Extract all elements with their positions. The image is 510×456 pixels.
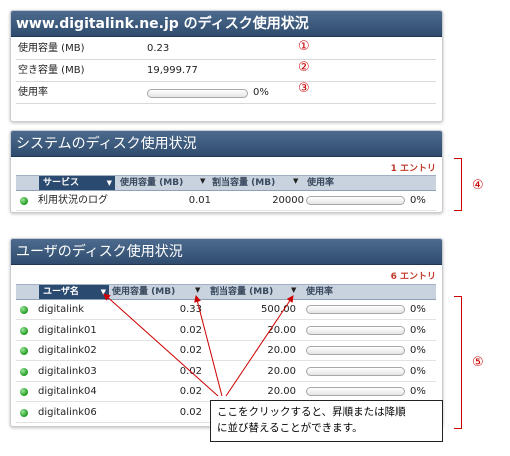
annotation-arrow [103, 293, 219, 397]
callout-line-2: に並び替えることができます。 [217, 422, 363, 434]
callout-line-1: ここをクリックすると、昇順または降順 [217, 406, 406, 418]
sort-hint-callout: ここをクリックすると、昇順または降順 に並び替えることができます。 [210, 400, 443, 442]
annotation-arrow [194, 295, 223, 397]
annotation-arrow [225, 295, 294, 397]
annotation-arrows [103, 293, 294, 397]
